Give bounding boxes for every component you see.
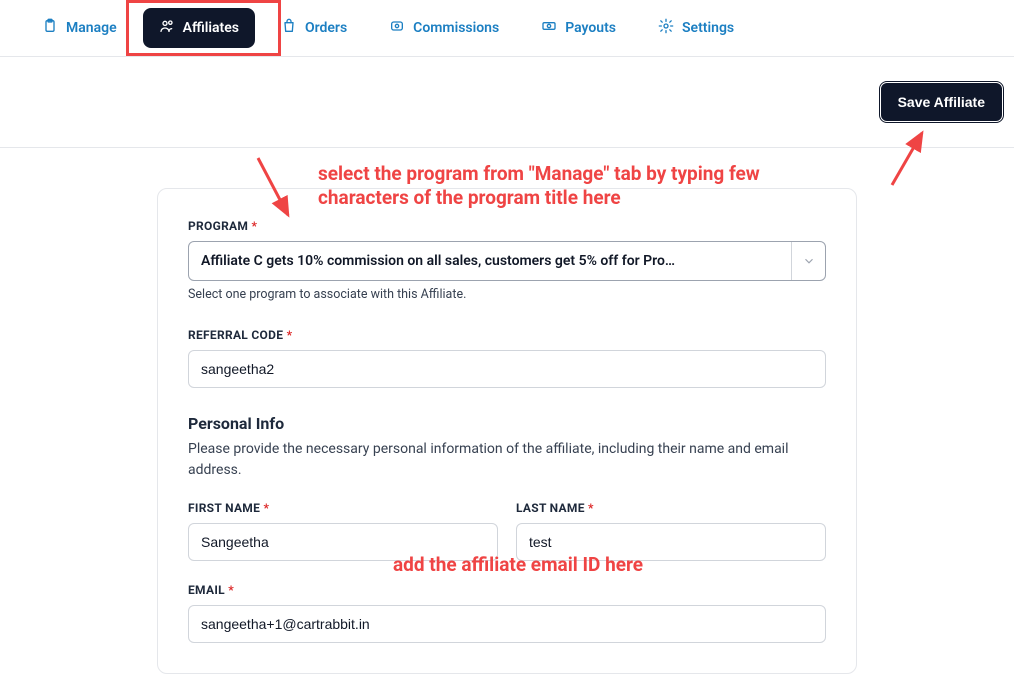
- personal-info-desc: Please provide the necessary personal in…: [188, 439, 826, 481]
- money-icon: [541, 18, 557, 38]
- top-nav: Manage Affiliates Orders Commissions Pay…: [0, 0, 1014, 57]
- required-mark: *: [252, 219, 258, 233]
- clipboard-icon: [42, 18, 58, 38]
- required-mark: *: [287, 328, 293, 342]
- affiliate-form-card: PROGRAM * Affiliate C gets 10% commissio…: [157, 188, 857, 674]
- nav-label: Commissions: [413, 20, 499, 36]
- email-label: EMAIL *: [188, 583, 826, 597]
- first-name-label: FIRST NAME *: [188, 501, 498, 515]
- users-icon: [159, 18, 175, 38]
- referral-code-label: REFERRAL CODE *: [188, 328, 826, 342]
- nav-item-manage[interactable]: Manage: [26, 8, 133, 48]
- program-select-value: Affiliate C gets 10% commission on all s…: [189, 242, 791, 280]
- nav-item-payouts[interactable]: Payouts: [525, 8, 632, 48]
- save-affiliate-button[interactable]: Save Affiliate: [881, 83, 1002, 121]
- nav-label: Affiliates: [183, 20, 239, 36]
- nav-label: Settings: [682, 20, 734, 36]
- email-input[interactable]: [188, 605, 826, 643]
- last-name-label: LAST NAME *: [516, 501, 826, 515]
- nav-item-settings[interactable]: Settings: [642, 8, 750, 48]
- bag-icon: [281, 18, 297, 38]
- program-helper: Select one program to associate with thi…: [188, 287, 826, 302]
- nav-label: Payouts: [565, 20, 616, 36]
- nav-label: Orders: [305, 20, 347, 36]
- required-mark: *: [263, 501, 269, 515]
- annotation-email-hint: add the affiliate email ID here: [393, 553, 643, 577]
- required-mark: *: [228, 583, 234, 597]
- chevron-down-icon: [791, 242, 825, 280]
- nav-label: Manage: [66, 20, 117, 36]
- annotation-program-hint: select the program from "Manage" tab by …: [318, 162, 808, 210]
- program-select[interactable]: Affiliate C gets 10% commission on all s…: [188, 241, 826, 281]
- nav-item-affiliates[interactable]: Affiliates: [143, 8, 255, 48]
- personal-info-heading: Personal Info: [188, 414, 826, 433]
- referral-code-input[interactable]: [188, 350, 826, 388]
- nav-item-orders[interactable]: Orders: [265, 8, 363, 48]
- header-bar: Save Affiliate: [0, 57, 1014, 148]
- required-mark: *: [588, 501, 594, 515]
- nav-item-commissions[interactable]: Commissions: [373, 8, 515, 48]
- program-label: PROGRAM *: [188, 219, 826, 233]
- gear-icon: [658, 18, 674, 38]
- badge-icon: [389, 18, 405, 38]
